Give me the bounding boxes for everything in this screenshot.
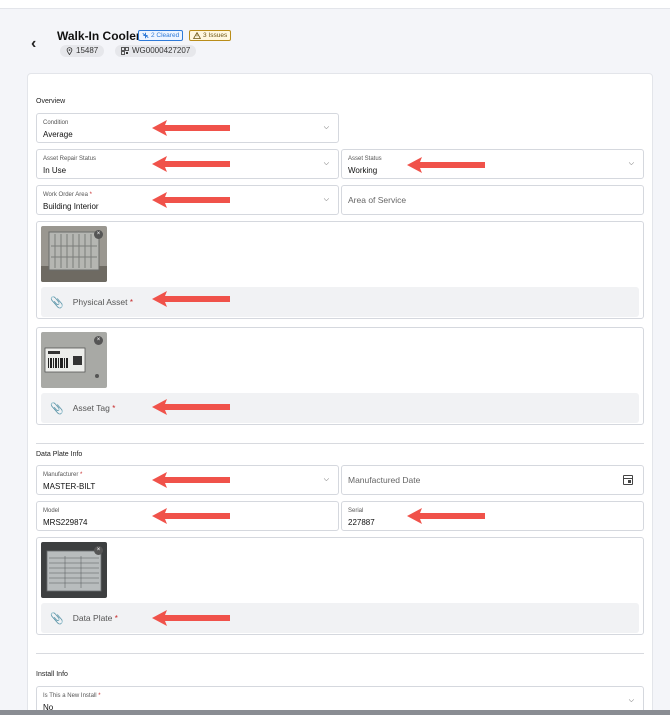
annotation-arrow-icon — [152, 156, 230, 172]
location-pin-icon — [66, 47, 73, 55]
manufacturer-value: MASTER-BILT — [43, 482, 96, 491]
annotation-arrow-icon — [152, 120, 230, 136]
bottom-scroll-bar — [0, 710, 670, 715]
chevron-down-icon: ⌵ — [628, 697, 634, 704]
serial-input[interactable]: Serial 227887 — [341, 501, 644, 531]
page-title: Walk-In Cooler — [57, 29, 141, 43]
chevron-down-icon: ⌵ — [323, 476, 329, 483]
asset-tag-attach[interactable]: 📎 Asset Tag * — [41, 393, 639, 423]
work-order-chip: WG0000427207 — [115, 45, 197, 57]
annotation-arrow-icon — [152, 472, 230, 488]
data-plate-thumbnail[interactable]: × — [41, 542, 107, 598]
chevron-down-icon: ⌵ — [628, 160, 634, 167]
annotation-arrow-icon — [152, 508, 230, 524]
annotation-arrow-icon — [152, 610, 230, 626]
data-plate-photo-box: × 📎 Data Plate * — [36, 537, 644, 635]
asset-tag-photo-box: × 📎 Asset Tag * — [36, 327, 644, 425]
remove-photo-icon[interactable]: × — [94, 336, 103, 345]
model-label: Model — [43, 508, 60, 514]
paperclip-icon: 📎 — [50, 296, 64, 309]
annotation-arrow-icon — [407, 157, 485, 173]
manufacturer-label: Manufacturer * — [43, 472, 83, 478]
manufactured-date-placeholder: Manufactured Date — [348, 475, 421, 485]
asset-tag-thumbnail[interactable]: × — [41, 332, 107, 388]
remove-photo-icon[interactable]: × — [94, 230, 103, 239]
physical-asset-photo-box: × 📎 Physical Asset * — [36, 221, 644, 319]
data-plate-label: Data Plate * — [72, 613, 118, 623]
chevron-down-icon: ⌵ — [323, 160, 329, 167]
cleared-icon — [142, 32, 149, 39]
cleared-badge[interactable]: 2 Cleared — [138, 30, 184, 41]
calendar-icon[interactable] — [623, 475, 633, 485]
physical-asset-attach[interactable]: 📎 Physical Asset * — [41, 287, 639, 317]
condition-label: Condition — [43, 120, 69, 126]
model-value: MRS229874 — [43, 518, 88, 527]
annotation-arrow-icon — [152, 192, 230, 208]
chevron-down-icon: ⌵ — [323, 196, 329, 203]
page-header: ‹ Walk-In Cooler 2 Cleared 3 Issues 1548… — [0, 9, 670, 66]
annotation-arrow-icon — [152, 399, 230, 415]
work-order-area-label: Work Order Area * — [43, 192, 92, 198]
manufactured-date-input[interactable]: Manufactured Date — [341, 465, 644, 495]
paperclip-icon: 📎 — [50, 612, 64, 625]
top-bar — [0, 0, 670, 9]
work-order-area-value: Building Interior — [43, 202, 99, 211]
data-plate-attach[interactable]: 📎 Data Plate * — [41, 603, 639, 633]
install-section-title: Install Info — [36, 671, 68, 678]
serial-value: 227887 — [348, 518, 375, 527]
asset-repair-status-label: Asset Repair Status — [43, 156, 97, 162]
warning-icon — [193, 32, 201, 39]
asset-status-value: Working — [348, 166, 378, 175]
asset-status-label: Asset Status — [348, 156, 382, 162]
section-divider — [36, 653, 644, 654]
issues-badge-label: 3 Issues — [203, 31, 228, 39]
asset-status-select[interactable]: Asset Status Working ⌵ — [341, 149, 644, 179]
overview-section-title: Overview — [36, 98, 66, 105]
annotation-arrow-icon — [407, 508, 485, 524]
condition-value: Average — [43, 130, 73, 139]
cleared-badge-label: 2 Cleared — [151, 31, 180, 39]
back-button[interactable]: ‹ — [31, 36, 45, 52]
serial-label: Serial — [348, 508, 364, 514]
section-divider — [36, 443, 644, 444]
area-of-service-placeholder: Area of Service — [348, 195, 407, 205]
asset-repair-status-value: In Use — [43, 166, 67, 175]
work-order-id: WG0000427207 — [132, 46, 191, 55]
area-of-service-input[interactable]: Area of Service — [341, 185, 644, 215]
chevron-down-icon: ⌵ — [323, 124, 329, 131]
issues-badge[interactable]: 3 Issues — [189, 30, 232, 41]
location-chip: 15487 — [60, 45, 105, 57]
new-install-label: Is This a New Install * — [43, 693, 101, 699]
remove-photo-icon[interactable]: × — [94, 546, 103, 555]
paperclip-icon: 📎 — [50, 402, 64, 415]
annotation-arrow-icon — [152, 291, 230, 307]
physical-asset-thumbnail[interactable]: × — [41, 226, 107, 282]
data-plate-section-title: Data Plate Info — [36, 451, 83, 458]
asset-tag-label: Asset Tag * — [72, 403, 116, 413]
physical-asset-label: Physical Asset * — [72, 297, 134, 307]
location-id: 15487 — [76, 46, 99, 55]
qr-code-icon — [121, 47, 129, 55]
